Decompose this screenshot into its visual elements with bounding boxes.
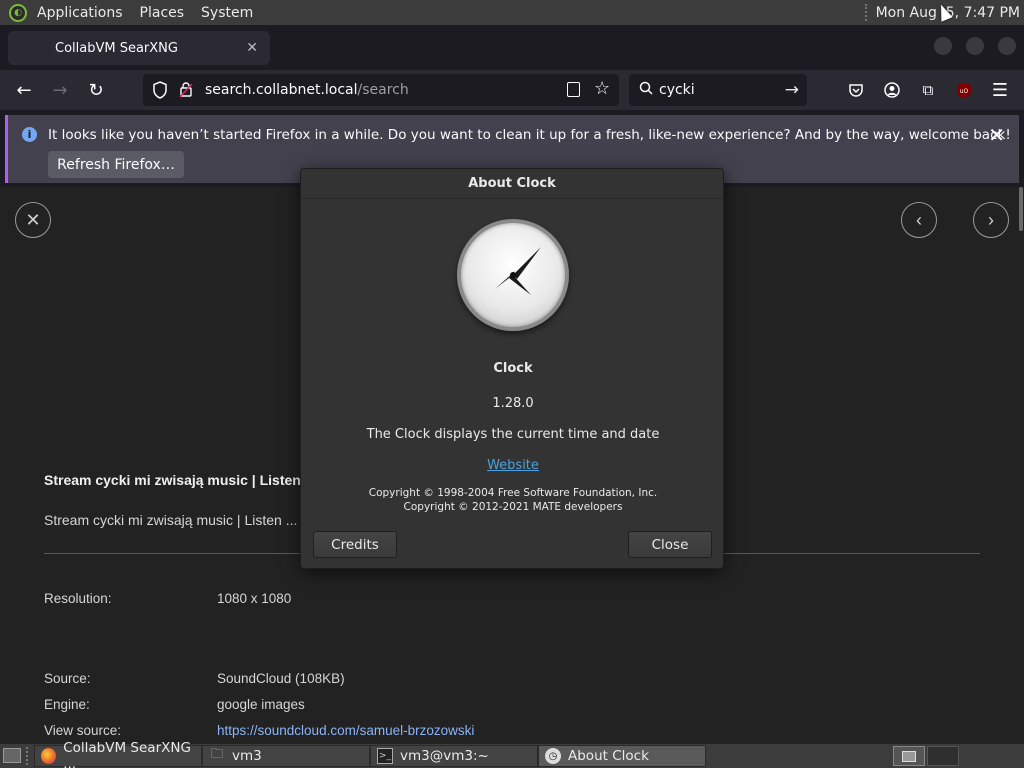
url-text: search.collabnet.local/search (205, 82, 409, 98)
account-icon[interactable] (880, 78, 904, 102)
app-name: Clock (493, 361, 533, 376)
taskbar-item-about-clock[interactable]: ◷ About Clock (538, 745, 706, 767)
engine-label: Engine: (44, 697, 90, 712)
credits-button[interactable]: Credits (313, 531, 397, 558)
view-source-link[interactable]: https://soundcloud.com/samuel-brzozowski (217, 723, 474, 738)
dialog-title: About Clock (301, 169, 723, 199)
top-panel: ◐ Applications Places System Mon Aug 5, … (0, 0, 1024, 25)
app-menu-icon[interactable]: ☰ (988, 78, 1012, 102)
resolution-value: 1080 x 1080 (217, 591, 292, 606)
previous-result-icon[interactable]: ‹ (901, 202, 937, 238)
copyright-line-2: Copyright © 2012-2021 MATE developers (403, 501, 623, 513)
tab-bar: CollabVM SearXNG ✕ (0, 25, 1024, 70)
system-menu[interactable]: System (201, 5, 253, 21)
taskbar-item-label: vm3@vm3:~ (400, 748, 489, 764)
website-link-wrap: Website (301, 458, 725, 473)
close-notification-icon[interactable]: ✕ (988, 123, 1005, 147)
tab-title: CollabVM SearXNG (55, 40, 178, 56)
clock-icon: ◷ (545, 748, 561, 764)
ublock-origin-icon[interactable]: uO (952, 78, 976, 102)
app-description: The Clock displays the current time and … (366, 427, 660, 442)
nav-bar: ← → ↻ search.collabnet.local/search ☆ cy… (0, 70, 1024, 110)
engine-value: google images (217, 697, 305, 712)
tracking-shield-icon[interactable] (152, 81, 168, 103)
url-domain: search.collabnet.local (205, 82, 358, 98)
applications-menu[interactable]: Applications (37, 5, 123, 21)
search-input[interactable]: cycki (659, 82, 695, 98)
workspace-1[interactable] (893, 746, 925, 766)
url-path: /search (357, 82, 409, 98)
terminal-icon: >_ (377, 748, 393, 764)
next-result-icon[interactable]: › (973, 202, 1009, 238)
panel-separator (26, 747, 30, 765)
taskbar-item-terminal[interactable]: >_ vm3@vm3:~ (370, 745, 538, 767)
places-menu[interactable]: Places (140, 5, 185, 21)
taskbar-item-label: vm3 (232, 748, 262, 764)
taskbar-item-label: CollabVM SearXNG ... (63, 740, 191, 768)
firefox-icon (41, 748, 57, 764)
top-menubar: Applications Places System (32, 0, 275, 25)
url-bar[interactable]: search.collabnet.local/search ☆ (143, 74, 619, 106)
close-window-button[interactable] (998, 37, 1016, 55)
svg-text:uO: uO (960, 88, 969, 95)
notification-message: It looks like you haven’t started Firefo… (48, 127, 1011, 143)
minimize-window-button[interactable] (934, 37, 952, 55)
show-desktop-icon[interactable] (3, 748, 21, 763)
taskbar-item-vm3-folder[interactable]: 🗀 vm3 (202, 745, 370, 767)
about-clock-dialog: About Clock Clock 1.28.0 The Clock displ… (300, 168, 724, 569)
taskbar-item-firefox[interactable]: CollabVM SearXNG ... (34, 740, 202, 768)
app-version: 1.28.0 (492, 396, 534, 411)
refresh-firefox-button[interactable]: Refresh Firefox… (48, 151, 184, 178)
search-icon (639, 81, 653, 99)
copyright-line-1: Copyright © 1998-2004 Free Software Foun… (368, 487, 658, 499)
workspace-window-icon (902, 750, 916, 762)
search-go-icon[interactable]: → (785, 80, 799, 100)
result-description: Stream cycki mi zwisają music | Listen .… (44, 512, 298, 528)
back-icon[interactable]: ← (12, 78, 36, 102)
taskbar-item-label: About Clock (568, 748, 649, 764)
website-link[interactable]: Website (487, 458, 539, 473)
info-icon: i (22, 127, 37, 142)
source-label: Source: (44, 671, 91, 686)
mate-logo-icon[interactable]: ◐ (9, 3, 27, 22)
tab-collabvm-searxng[interactable]: CollabVM SearXNG ✕ (8, 31, 270, 65)
extensions-icon[interactable]: ⧉ (916, 78, 940, 102)
lock-icon[interactable] (179, 81, 193, 102)
view-source-label: View source: (44, 723, 122, 738)
bottom-panel: CollabVM SearXNG ... 🗀 vm3 >_ vm3@vm3:~ … (0, 740, 1024, 768)
folder-icon: 🗀 (210, 747, 224, 762)
workspace-2[interactable] (927, 746, 959, 766)
page-scrollbar[interactable] (1019, 187, 1023, 231)
panel-handle[interactable] (864, 4, 869, 21)
tab-close-icon[interactable]: ✕ (246, 40, 258, 56)
search-bar[interactable]: cycki → (629, 74, 807, 106)
source-value: SoundCloud (108KB) (217, 671, 345, 686)
reader-view-icon[interactable] (567, 82, 580, 97)
clock-logo-icon (457, 219, 569, 331)
reload-icon[interactable]: ↻ (84, 78, 108, 102)
close-detail-icon[interactable]: ✕ (15, 202, 51, 238)
forward-icon[interactable]: → (48, 78, 72, 102)
close-button[interactable]: Close (628, 531, 712, 558)
resolution-label: Resolution: (44, 591, 112, 606)
pocket-icon[interactable] (844, 78, 868, 102)
maximize-window-button[interactable] (966, 37, 984, 55)
bookmark-star-icon[interactable]: ☆ (594, 78, 610, 99)
result-title[interactable]: Stream cycki mi zwisają music | Listen t… (44, 472, 318, 488)
